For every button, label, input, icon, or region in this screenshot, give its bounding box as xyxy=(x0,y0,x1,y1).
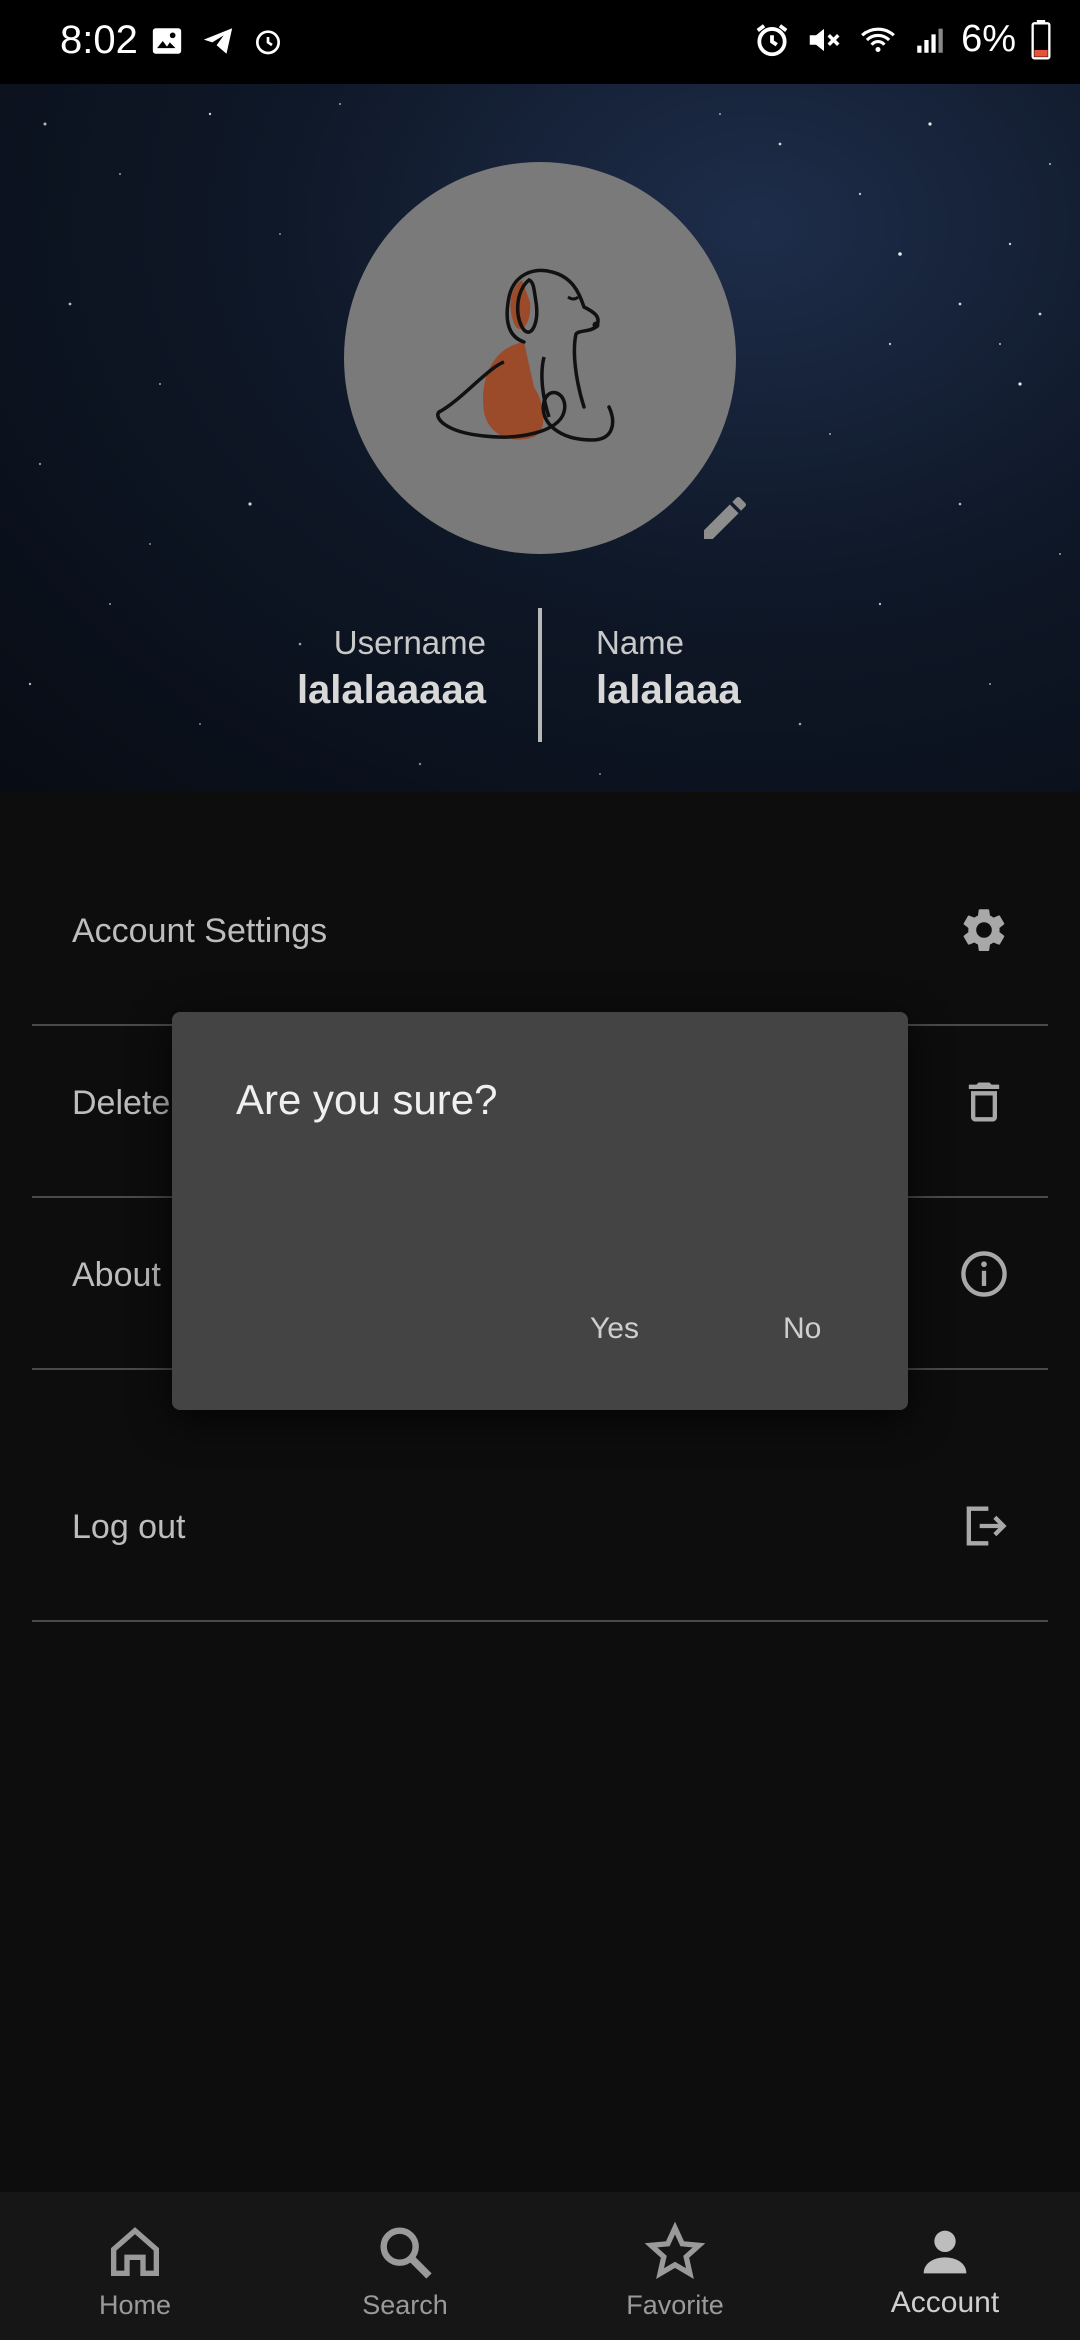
name-label: Name xyxy=(596,624,685,661)
confirm-dialog: Are you sure? Yes No xyxy=(172,1012,908,1410)
name-block: Name lalalaaa xyxy=(596,624,896,713)
profile-divider xyxy=(538,608,542,742)
nav-item-search[interactable]: Search xyxy=(270,2192,540,2340)
home-icon xyxy=(111,2227,159,2276)
nav-label: Account xyxy=(890,2286,1000,2319)
nav-item-home[interactable]: Home xyxy=(0,2192,270,2340)
person-icon xyxy=(923,2230,967,2274)
menu-item-logout[interactable]: Log out xyxy=(32,1448,1048,1622)
battery-percent: 6% xyxy=(961,18,1016,60)
star-icon xyxy=(644,2221,706,2280)
pencil-edit-icon[interactable] xyxy=(697,490,753,546)
nav-label: Home xyxy=(98,2290,172,2320)
telegram-icon xyxy=(203,28,233,54)
avatar[interactable] xyxy=(344,162,736,554)
search-icon xyxy=(380,2227,432,2279)
wifi-icon xyxy=(861,27,895,52)
status-time: 8:02 xyxy=(60,18,138,62)
status-bar: 8:02 6% xyxy=(0,0,1080,84)
bottom-navigation: Home Search Favorite Account xyxy=(0,2192,1080,2340)
dog-illustration xyxy=(436,268,615,442)
menu-label: Delete xyxy=(72,1084,171,1122)
nav-item-favorite[interactable]: Favorite xyxy=(540,2192,810,2340)
dialog-title: Are you sure? xyxy=(236,1076,498,1123)
signal-icon xyxy=(917,28,943,53)
menu-label: Account Settings xyxy=(72,912,328,950)
trash-icon xyxy=(968,1082,1000,1122)
username-value: lalalaaaaa xyxy=(296,668,486,712)
no-button[interactable]: No xyxy=(783,1312,821,1346)
mute-icon xyxy=(809,28,840,51)
menu-label: About xyxy=(72,1256,161,1294)
nav-label: Search xyxy=(362,2290,448,2320)
nav-label: Favorite xyxy=(626,2290,724,2320)
battery-icon xyxy=(1031,19,1051,59)
status-left-icons xyxy=(150,24,284,58)
profile-header: Username lalalaaaaa Name lalalaaa xyxy=(0,84,1080,792)
nav-item-account[interactable]: Account xyxy=(810,2192,1080,2340)
menu-item-account-settings[interactable]: Account Settings xyxy=(32,852,1048,1026)
alarm-icon xyxy=(756,23,788,56)
alarm-icon xyxy=(256,30,280,55)
image-icon xyxy=(152,28,182,54)
info-icon xyxy=(961,1251,1007,1297)
logout-icon xyxy=(966,1506,1007,1546)
menu-label: Log out xyxy=(72,1508,186,1546)
username-block: Username lalalaaaaa xyxy=(260,624,486,713)
status-right-icons: 6% xyxy=(753,18,1052,61)
gear-icon xyxy=(963,909,1005,951)
yes-button[interactable]: Yes xyxy=(590,1312,639,1346)
name-value: lalalaaa xyxy=(596,668,741,712)
username-label: Username xyxy=(333,624,486,661)
